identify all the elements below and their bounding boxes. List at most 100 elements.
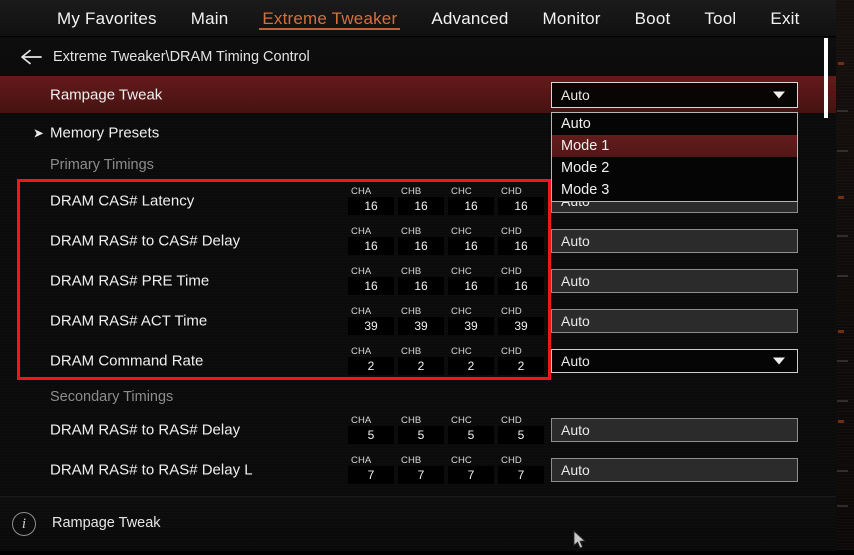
dropdown-options-list[interactable]: Auto Mode 1 Mode 2 Mode 3 [551,112,798,202]
channel-cha: CHA 16 [348,267,394,295]
dropdown-option[interactable]: Mode 3 [552,179,797,201]
channel-chd: CHD 16 [498,227,544,255]
channel-value: 39 [498,317,544,335]
channel-label: CHB [401,415,422,426]
menu-item-exit[interactable]: Exit [753,0,816,37]
value-dropdown[interactable]: Auto [551,81,798,108]
panel-line [837,150,848,152]
channel-label: CHC [451,266,472,277]
value-textbox[interactable]: Auto [551,269,798,293]
channel-label: CHD [501,306,522,317]
arrow-left-icon[interactable] [20,48,42,66]
breadcrumb: Extreme Tweaker\DRAM Timing Control [0,38,836,76]
setting-row[interactable]: Rampage Tweak Auto [0,76,836,113]
channel-chb: CHB 2 [398,347,444,375]
menu-item-monitor[interactable]: Monitor [526,0,618,37]
channel-value: 5 [398,426,444,444]
channel-value: 16 [348,277,394,295]
channel-chd: CHD 5 [498,416,544,444]
dropdown-option[interactable]: Auto [552,113,797,135]
value-textbox[interactable]: Auto [551,309,798,333]
channel-label: CHB [401,186,422,197]
menu-item-boot[interactable]: Boot [618,0,688,37]
dropdown-option[interactable]: Mode 1 [552,135,797,157]
row-label: Memory Presets [50,124,160,142]
channel-value: 16 [498,197,544,215]
channel-value: 5 [498,426,544,444]
channel-chd: CHD 7 [498,456,544,484]
channel-chd: CHD 39 [498,307,544,335]
setting-row[interactable]: DRAM RAS# to CAS# Delay CHA 16 CHB 16 CHC 16 CH… [0,221,836,261]
value-dropdown[interactable]: Auto [551,349,798,373]
panel-line [837,360,848,362]
channel-label: CHA [351,455,372,466]
channel-chc: CHC 5 [448,416,494,444]
setting-row[interactable]: DRAM RAS# ACT Time CHA 39 CHB 39 CHC 39 CHD 39 Au… [0,301,836,341]
channel-label: CHC [451,346,472,357]
channel-chc: CHC 16 [448,227,494,255]
setting-row[interactable]: DRAM RAS# to RAS# Delay L CHA 7 CHB 7 CHC 7 CHD… [0,449,836,491]
channel-label: CHC [451,226,472,237]
channel-label: CHA [351,186,372,197]
channel-values-group: CHA 16 CHB 16 CHC 16 CHD 16 [348,227,544,255]
top-menu-bar: My Favorites Main Extreme Tweaker Advanced M… [0,0,836,37]
channel-label: CHA [351,226,372,237]
channel-chc: CHC 2 [448,347,494,375]
channel-value: 7 [348,466,394,484]
channel-chd: CHD 2 [498,347,544,375]
section-header: Secondary Timings [0,383,836,411]
scrollbar-thumb[interactable] [824,38,828,118]
channel-value: 39 [448,317,494,335]
channel-label: CHB [401,346,422,357]
status-bar-text: Rampage Tweak [52,515,161,531]
channel-label: CHC [451,186,472,197]
channel-label: CHA [351,306,372,317]
right-side-panel [836,0,854,550]
panel-tick [838,196,844,199]
value-textbox[interactable]: Auto [551,229,798,253]
value-textbox[interactable]: Auto [551,418,798,442]
channel-value: 39 [398,317,444,335]
breadcrumb-text: Extreme Tweaker\DRAM Timing Control [53,49,310,65]
panel-tick [838,330,844,333]
value-textbox[interactable]: Auto [551,458,798,482]
row-label: Secondary Timings [50,389,174,405]
menu-item-extreme-tweaker[interactable]: Extreme Tweaker [245,0,414,37]
channel-label: CHD [501,346,522,357]
channel-values-group: CHA 16 CHB 16 CHC 16 CHD 16 [348,187,544,215]
channel-values-group: CHA 16 CHB 16 CHC 16 CHD 16 [348,267,544,295]
setting-row[interactable]: DRAM RAS# PRE Time CHA 16 CHB 16 CHC 16 CHD 16 Au… [0,261,836,301]
channel-values-group: CHA 2 CHB 2 CHC 2 CHD 2 [348,347,544,375]
menu-item-tool[interactable]: Tool [687,0,753,37]
channel-cha: CHA 7 [348,456,394,484]
channel-label: CHB [401,455,422,466]
dropdown-option[interactable]: Mode 2 [552,157,797,179]
chevron-down-icon[interactable] [773,357,785,365]
row-label: DRAM Command Rate [50,352,204,370]
channel-chc: CHC 16 [448,187,494,215]
channel-values-group: CHA 7 CHB 7 CHC 7 CHD 7 [348,456,544,484]
menu-item-advanced[interactable]: Advanced [414,0,525,37]
channel-value: 16 [448,237,494,255]
setting-row[interactable]: DRAM RAS# to RAS# Delay CHA 5 CHB 5 CHC 5 CHD 5 A… [0,409,836,451]
channel-chb: CHB 5 [398,416,444,444]
chevron-down-icon[interactable] [773,91,785,98]
channel-label: CHD [501,226,522,237]
menu-item-main[interactable]: Main [174,0,246,37]
row-label: DRAM RAS# to CAS# Delay [50,232,241,250]
row-label: DRAM RAS# PRE Time [50,272,210,290]
channel-chb: CHB 7 [398,456,444,484]
info-icon: i [12,512,36,536]
channel-label: CHB [401,306,422,317]
row-label: DRAM CAS# Latency [50,192,195,210]
channel-cha: CHA 16 [348,187,394,215]
bios-screen: My Favorites Main Extreme Tweaker Advanced M… [0,0,854,551]
channel-value: 5 [348,426,394,444]
channel-value: 7 [398,466,444,484]
channel-value: 2 [448,357,494,375]
panel-line [837,275,848,277]
setting-row[interactable]: DRAM Command Rate CHA 2 CHB 2 CHC 2 CHD 2 Auto [0,341,836,381]
channel-value: 2 [398,357,444,375]
channel-label: CHB [401,226,422,237]
menu-item-my-favorites[interactable]: My Favorites [40,0,174,37]
